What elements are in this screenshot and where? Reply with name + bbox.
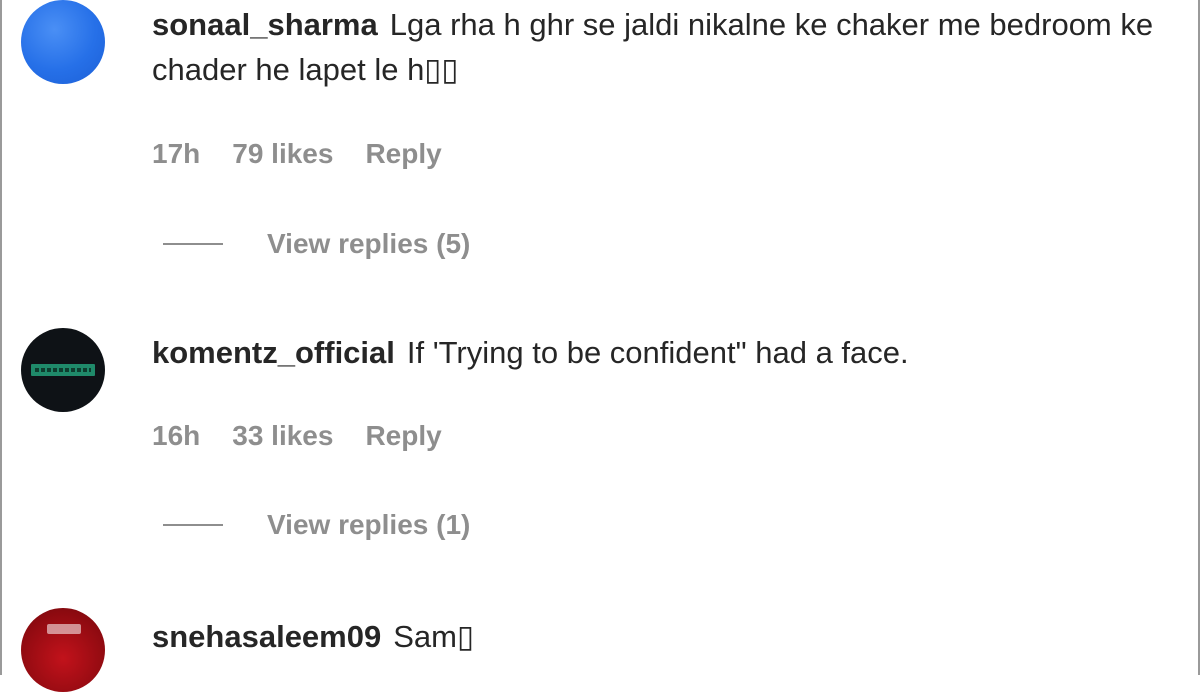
comment-meta: 17h 79 likes Reply xyxy=(152,138,442,170)
comment-username[interactable]: sonaal_sharma xyxy=(152,7,378,42)
comment-username[interactable]: snehasaleem09 xyxy=(152,619,381,654)
avatar[interactable] xyxy=(21,0,105,84)
comment-time: 17h xyxy=(152,138,201,169)
reply-button[interactable]: Reply xyxy=(365,138,441,170)
avatar[interactable] xyxy=(21,608,105,692)
comment-likes[interactable]: 79 likes xyxy=(232,138,333,170)
comment-body: If 'Trying to be confident" had a face. xyxy=(406,335,909,370)
comment-text-block: sonaal_sharma Lga rha h ghr se jaldi nika… xyxy=(152,2,1172,92)
comment-meta: 16h 33 likes Reply xyxy=(152,420,442,452)
comment-likes[interactable]: 33 likes xyxy=(232,420,333,452)
divider-line xyxy=(163,243,223,245)
comment-body: Sam▯ xyxy=(393,619,475,654)
comment-text-block: komentz_official If 'Trying to be confide… xyxy=(152,330,1172,375)
view-replies-label: View replies (1) xyxy=(267,509,471,540)
comment-time: 16h xyxy=(152,420,201,451)
view-replies-button[interactable]: View replies (1) xyxy=(163,509,470,541)
view-replies-button[interactable]: View replies (5) xyxy=(163,228,470,260)
comment-text-block: snehasaleem09 Sam▯ xyxy=(152,614,1172,659)
komentz-logo-icon xyxy=(31,364,95,376)
avatar-caption-icon xyxy=(47,624,81,634)
divider-line xyxy=(163,524,223,526)
reply-button[interactable]: Reply xyxy=(365,420,441,452)
view-replies-label: View replies (5) xyxy=(267,228,471,259)
avatar[interactable] xyxy=(21,328,105,412)
comment-username[interactable]: komentz_official xyxy=(152,335,395,370)
